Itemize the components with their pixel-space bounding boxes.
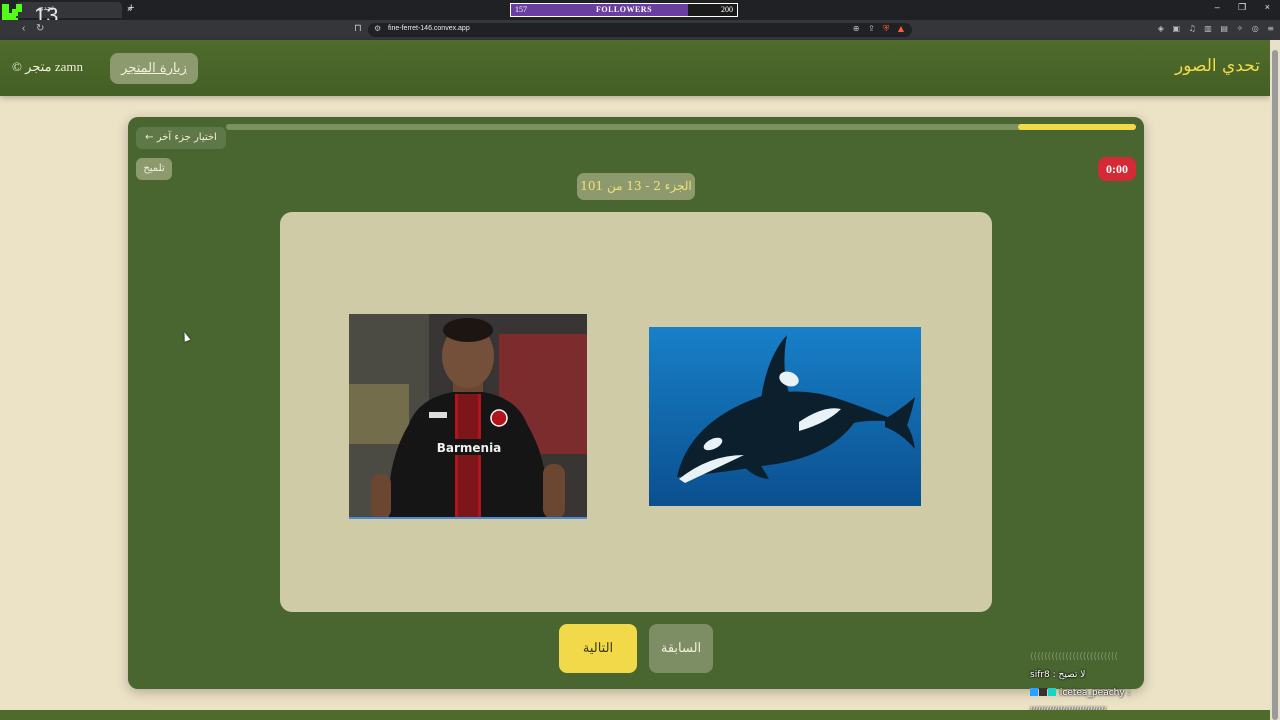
site-title[interactable]: تحدي الصور [1175,56,1260,76]
followers-goal-bar: 157 FOLLOWERS 200 [510,3,738,17]
followers-goal: 200 [721,5,733,14]
vpn-icon[interactable]: ◎ [1252,24,1259,33]
new-tab-icon[interactable]: + [128,2,134,14]
scrollbar-thumb[interactable] [1272,50,1278,720]
leo-icon[interactable]: ✧ [1237,24,1244,33]
window-controls: – ❐ × [1199,2,1270,13]
page-footer-strip [0,710,1270,720]
sidebar-icon[interactable]: ▥ [1204,24,1212,33]
minimize-icon[interactable]: – [1215,2,1220,12]
copyright-text: © متجر zamn [12,59,83,74]
chat-message: icetea_peachy : [1030,688,1180,706]
site-info-icon[interactable]: ⚙ [374,24,381,33]
close-window-icon[interactable]: × [1265,2,1270,12]
chat-line-faded: ⟨⟨⟨⟨⟨⟨⟨⟨⟨⟨⟨⟨⟨⟨⟨⟨⟨⟨⟨⟨⟨⟨⟨⟨⟨ [1030,652,1118,662]
next-button[interactable]: التالية [559,624,637,673]
game-card: ← اختيار جزء آخر تلميح 0:00 الجزء 2 - 13… [128,117,1144,689]
browser-tab-strip: تحدي × + 13 157 FOLLOWERS 200 – ❐ × [0,0,1280,30]
brave-shield-icon[interactable]: ⛨ [883,24,889,33]
visit-store-button[interactable]: زيارة المتجر [110,53,198,84]
wallet-icon[interactable]: ▤ [1220,24,1228,33]
orca-photo [649,327,921,506]
page-scrollbar[interactable] [1270,40,1280,720]
bookmark-icon[interactable]: ⊓ [354,23,362,34]
share-icon[interactable]: ⇪ [868,24,875,33]
chat-badge-icon [1039,688,1047,696]
chat-badge-icon [1030,688,1038,696]
hint-button[interactable]: تلميح [136,158,172,180]
chat-badge-icon [1048,688,1056,696]
reload-icon[interactable]: ↻ [36,23,44,34]
stream-chat-overlay: ⟨⟨⟨⟨⟨⟨⟨⟨⟨⟨⟨⟨⟨⟨⟨⟨⟨⟨⟨⟨⟨⟨⟨⟨⟨ sifr8 : لا تصي… [1030,652,1180,716]
jersey-sponsor-text: Barmenia [437,441,502,455]
menu-icon[interactable]: ≡ [1267,24,1274,33]
previous-button[interactable]: السابقة [649,624,713,673]
pick-another-part-button[interactable]: ← اختيار جزء آخر [136,127,226,149]
football-player-photo: Barmenia [349,314,587,519]
extension-icon[interactable]: ▣ [1172,24,1180,33]
restore-icon[interactable]: ❐ [1238,2,1246,12]
rewards-icon[interactable]: ▲ [898,24,904,33]
address-bar[interactable]: ⚙ fine-ferret-146.convex.app ⊕ ⇪ ⛨ ▲ [368,23,912,37]
browser-address-row: ‹ ↻ ⊓ ⚙ fine-ferret-146.convex.app ⊕ ⇪ ⛨… [0,20,1280,40]
part-progress-label: الجزء 2 - 13 من 101 [577,173,695,200]
chat-username: icetea_peachy : [1059,688,1131,698]
media-icon[interactable]: ♫ [1189,24,1196,33]
timer-badge: 0:00 [1098,157,1136,181]
extension-icon[interactable]: ◈ [1158,24,1164,33]
progress-fill [1017,124,1136,130]
chat-message: sifr8 : لا تصيح [1030,670,1086,680]
followers-label: FOLLOWERS [595,5,653,14]
address-bar-actions: ⊕ ⇪ ⛨ ▲ [847,24,904,34]
site-header: تحدي الصور زيارة المتجر © متجر zamn [0,40,1270,96]
browser-tab[interactable]: تحدي × [16,2,132,18]
back-icon[interactable]: ‹ [22,23,25,34]
extension-icons: ◈ ▣ ♫ ▥ ▤ ✧ ◎ ≡ [1152,24,1274,33]
url-text[interactable]: fine-ferret-146.convex.app [388,25,470,32]
image-panel: Barmenia [280,212,992,612]
progress-bar [226,124,1136,130]
zoom-icon[interactable]: ⊕ [853,24,860,33]
